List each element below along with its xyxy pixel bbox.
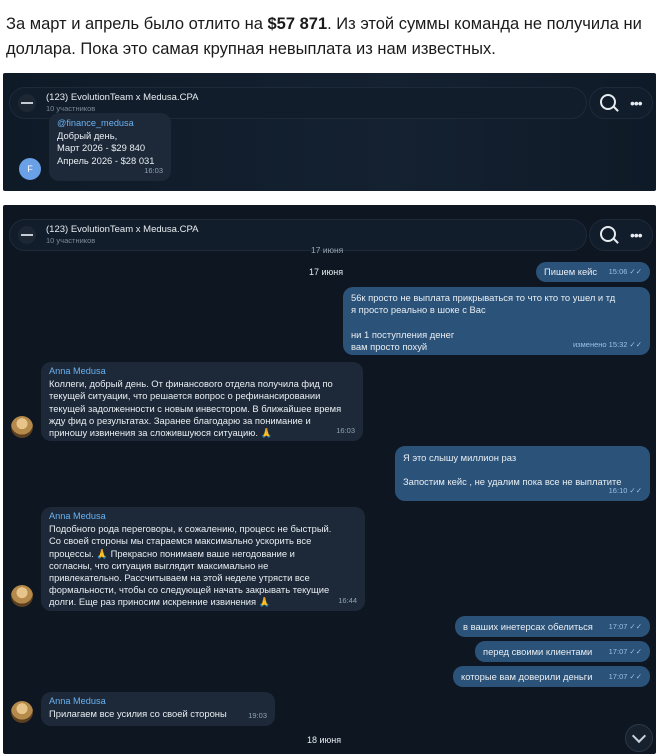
message-line: я просто реально в шоке с Вас — [351, 304, 486, 316]
read-check-icon: ✓✓ — [629, 339, 642, 349]
message-sender: Anna Medusa — [49, 696, 106, 706]
intro-amount: $57 871 — [267, 15, 328, 33]
message-line: согласны, что ситуация выглядит максимал… — [49, 559, 269, 571]
screenshot-1: (123) EvolutionTeam x Medusa.CPA 10 учас… — [3, 73, 656, 191]
message-sender: Anna Medusa — [49, 366, 106, 376]
group-avatar — [18, 94, 36, 112]
message-bubble[interactable]: @finance_medusa Добрый день, Март 2026 -… — [49, 113, 171, 181]
screenshot-2: (123) EvolutionTeam x Medusa.CPA 10 учас… — [3, 205, 656, 754]
intro-part1: За март и апрель было отлито на — [6, 15, 268, 33]
message-time: 17:07 ✓✓ — [608, 621, 642, 631]
chat-header[interactable]: (123) EvolutionTeam x Medusa.CPA 10 учас… — [9, 219, 587, 251]
sender-avatar[interactable] — [11, 416, 33, 438]
message-line: текущей ситуации, что решается вопрос о … — [49, 390, 321, 402]
message-time: 17:07 ✓✓ — [608, 671, 642, 681]
message-bubble-incoming[interactable]: Anna Medusa Коллеги, добрый день. От фин… — [41, 362, 363, 441]
search-icon[interactable] — [600, 226, 616, 242]
message-sender: Anna Medusa — [49, 511, 106, 521]
date-separator: 18 июня — [307, 735, 342, 745]
scroll-down-button[interactable] — [625, 724, 653, 752]
message-time: 16:03 — [144, 165, 163, 175]
header-actions: ••• — [589, 219, 653, 251]
header-actions: ••• — [589, 87, 653, 119]
message-line: процессы. 🙏 Прекрасно понимаем ваше него… — [49, 547, 295, 559]
sender-avatar[interactable] — [11, 585, 33, 607]
message-line: приношу извинения за сложившуюся ситуаци… — [49, 427, 273, 439]
message-time: 15:06 ✓✓ — [608, 266, 642, 276]
more-icon[interactable]: ••• — [630, 228, 643, 242]
message-time: 19:03 — [248, 710, 267, 720]
read-check-icon: ✓✓ — [629, 621, 642, 631]
sender-avatar[interactable] — [11, 701, 33, 723]
message-line: привлекательно. Рассчитываем на этой нед… — [49, 572, 310, 584]
message-bubble-outgoing[interactable]: Я это слышу миллион раз Запостим кейс , … — [395, 446, 650, 501]
message-time: 16:10 ✓✓ — [608, 485, 642, 495]
message-line: Март 2026 - $29 840 — [57, 142, 146, 154]
read-check-icon: ✓✓ — [629, 646, 642, 656]
date-separator: 17 июня — [309, 267, 344, 277]
chat-title: (123) EvolutionTeam x Medusa.CPA — [46, 224, 199, 235]
message-time: 16:03 — [336, 425, 355, 435]
more-icon[interactable]: ••• — [630, 96, 643, 110]
message-line: формальности, чтобы со следующей начать … — [49, 584, 330, 596]
message-bubble-outgoing[interactable]: 56к просто не выплата прикрываться то чт… — [343, 287, 650, 355]
read-check-icon: ✓✓ — [629, 266, 642, 276]
sender-avatar[interactable]: F — [19, 158, 41, 180]
message-line: Добрый день, — [57, 130, 118, 142]
message-bubble-incoming[interactable]: Anna Medusa Подобного рода переговоры, к… — [41, 507, 365, 611]
read-check-icon: ✓✓ — [629, 485, 642, 495]
message-bubble-outgoing[interactable]: в ваших инетерсах обелиться 17:07 ✓✓ — [455, 616, 650, 637]
message-bubble-outgoing[interactable]: Пишем кейс 15:06 ✓✓ — [536, 262, 650, 282]
message-time: изменено 15:32 ✓✓ — [572, 339, 642, 349]
message-line: Подобного рода переговоры, к сожалению, … — [49, 523, 332, 535]
group-avatar — [18, 226, 36, 244]
message-sender: @finance_medusa — [57, 118, 134, 128]
message-bubble-outgoing[interactable]: которые вам доверили деньги 17:07 ✓✓ — [453, 666, 650, 687]
chat-title: (123) EvolutionTeam x Medusa.CPA — [46, 92, 199, 103]
search-icon[interactable] — [600, 94, 616, 110]
chat-members: 10 участников — [46, 236, 96, 245]
date-separator: 17 июня — [311, 245, 344, 255]
message-time: 17:07 ✓✓ — [608, 646, 642, 656]
chat-members: 10 участников — [46, 104, 96, 113]
message-line: Я это слышу миллион раз — [403, 452, 517, 463]
message-line: Коллеги, добрый день. От финансового отд… — [49, 378, 333, 390]
message-line: текущей задолженности с новым инвестором… — [49, 402, 342, 414]
message-bubble-incoming[interactable]: Anna Medusa Прилагаем все усилия со свое… — [41, 692, 275, 726]
intro-text: За март и апрель было отлито на $57 871.… — [6, 12, 654, 62]
message-line: Прилагаем все усилия со своей стороны — [49, 708, 227, 720]
message-time: 16:44 — [338, 595, 357, 605]
message-line — [403, 464, 642, 476]
read-check-icon: ✓✓ — [629, 671, 642, 681]
message-line — [351, 316, 642, 328]
message-line: 56к просто не выплата прикрываться то чт… — [351, 292, 616, 303]
message-line: жду фид о результатах. Заранее благодарю… — [49, 414, 311, 426]
message-line: долги. Еще раз приносим искренние извине… — [49, 596, 271, 608]
message-bubble-outgoing[interactable]: перед своими клиентами 17:07 ✓✓ — [475, 641, 650, 662]
message-line: Со своей стороны мы стараемся максимальн… — [49, 535, 312, 547]
message-line: Запостим кейс , не удалим пока все не вы… — [403, 476, 622, 488]
